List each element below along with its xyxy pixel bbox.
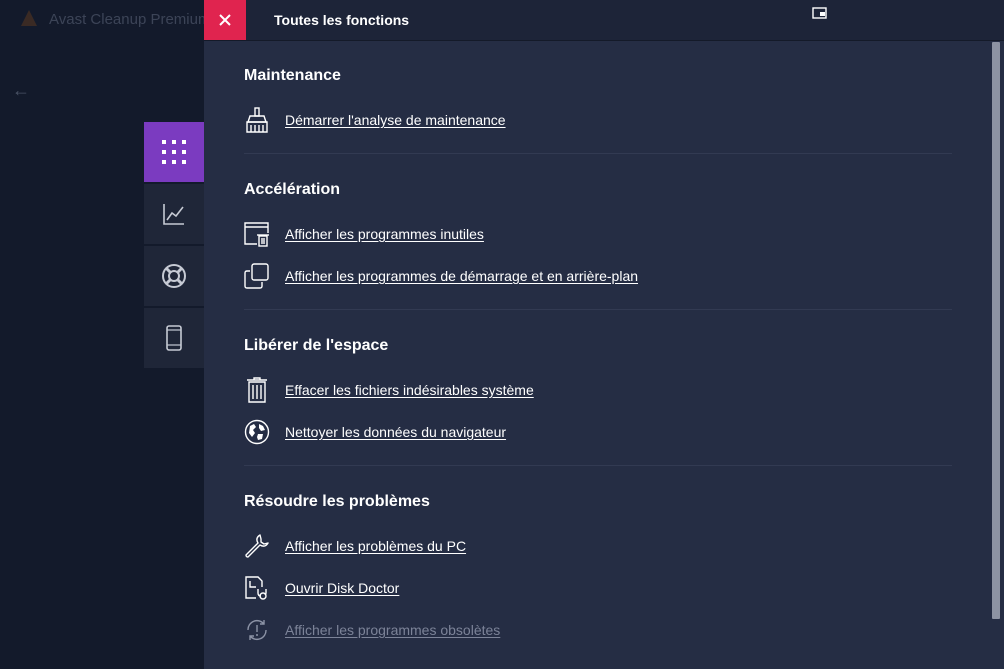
window-trash-icon	[244, 222, 269, 247]
grid-icon	[162, 140, 186, 164]
trash-icon	[247, 377, 267, 403]
item-label: Afficher les programmes obsolètes	[285, 622, 501, 638]
panel-header: Toutes les fonctions	[204, 0, 1004, 41]
section-title: Maintenance	[244, 67, 341, 84]
section-acceleration: Accélération Afficher les programmes inu…	[244, 154, 952, 310]
rail-performance-button[interactable]	[144, 184, 204, 244]
copy-windows-icon	[244, 263, 269, 289]
app-title: Avast Cleanup Premium	[49, 11, 211, 28]
close-button[interactable]	[204, 0, 246, 40]
start-maintenance-scan-link[interactable]: Démarrer l'analyse de maintenance	[244, 99, 952, 141]
section-title: Résoudre les problèmes	[244, 493, 430, 510]
wrench-icon	[245, 534, 269, 558]
clean-browser-data-link[interactable]: Nettoyer les données du navigateur	[244, 411, 952, 453]
section-fix-problems: Résoudre les problèmes Afficher les prob…	[244, 466, 952, 663]
update-alert-icon	[247, 620, 267, 640]
item-label: Afficher les programmes inutiles	[285, 226, 484, 242]
scrollbar[interactable]	[992, 42, 1000, 619]
globe-icon	[244, 419, 270, 445]
item-label: Afficher les programmes de démarrage et …	[285, 268, 639, 284]
all-functions-panel: Toutes les fonctions Maintenance Démarre…	[204, 0, 1004, 669]
rail-help-button[interactable]	[144, 246, 204, 306]
disk-doctor-icon	[245, 576, 267, 600]
show-pc-problems-link[interactable]: Afficher les problèmes du PC	[244, 525, 952, 567]
item-label: Afficher les problèmes du PC	[285, 538, 467, 554]
open-disk-doctor-link[interactable]: Ouvrir Disk Doctor	[244, 567, 952, 609]
panel-title: Toutes les fonctions	[274, 12, 410, 28]
show-unnecessary-programs-link[interactable]: Afficher les programmes inutiles	[244, 213, 952, 255]
section-maintenance: Maintenance Démarrer l'analyse de mainte…	[244, 40, 952, 154]
clean-junk-files-link[interactable]: Effacer les fichiers indésirables systèm…	[244, 369, 952, 411]
item-label: Démarrer l'analyse de maintenance	[285, 112, 506, 128]
item-label: Effacer les fichiers indésirables systèm…	[285, 382, 534, 398]
item-label: Nettoyer les données du navigateur	[285, 424, 507, 440]
arrow-left-icon[interactable]: ←	[12, 80, 30, 101]
rail-all-functions-button[interactable]	[144, 122, 204, 182]
broom-icon	[246, 107, 268, 133]
chart-line-icon	[163, 204, 184, 225]
section-title: Accélération	[244, 181, 341, 198]
avast-logo-icon	[21, 10, 37, 26]
section-free-space: Libérer de l'espace Effacer les fichiers…	[244, 310, 952, 466]
section-title: Libérer de l'espace	[244, 337, 389, 354]
side-rail	[144, 122, 204, 370]
mobile-phone-icon	[166, 325, 182, 351]
show-startup-programs-link[interactable]: Afficher les programmes de démarrage et …	[244, 255, 952, 297]
item-label: Ouvrir Disk Doctor	[285, 580, 400, 596]
show-outdated-programs-link[interactable]: Afficher les programmes obsolètes	[244, 609, 952, 651]
lifebuoy-icon	[162, 264, 186, 288]
functions-list: Maintenance Démarrer l'analyse de mainte…	[244, 40, 952, 663]
close-icon	[219, 14, 231, 26]
rail-mobile-button[interactable]	[144, 308, 204, 368]
window-icon[interactable]	[812, 7, 828, 21]
